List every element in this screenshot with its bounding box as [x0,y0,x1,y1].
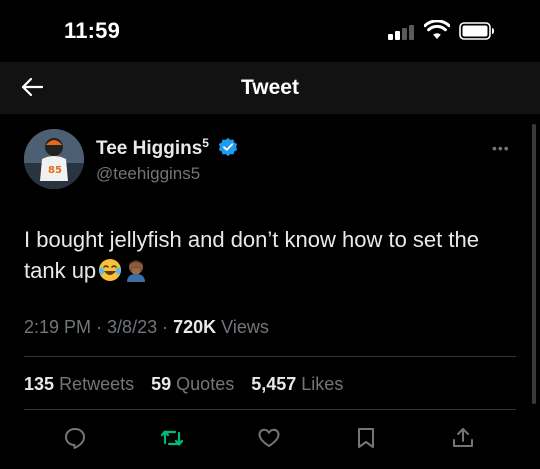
author-display-name[interactable]: Tee Higgins5 [96,136,209,160]
battery-icon [459,22,494,40]
tweet-meta: 2:19 PM · 3/8/23 · 720K Views [24,317,269,337]
views-count: 720K [173,317,217,337]
divider [24,356,516,357]
tweet-date: 3/8/23 [107,317,158,337]
likes-stat[interactable]: 5,457 Likes [251,374,343,394]
retweets-stat[interactable]: 135 Retweets [24,374,134,394]
tweet-time: 2:19 PM [24,317,92,337]
like-icon[interactable] [257,426,281,450]
wifi-icon [424,20,450,39]
tweet-text: I bought jellyfish and don’t know how to… [24,227,479,283]
bookmark-icon[interactable] [354,426,378,450]
cellular-signal-icon [388,24,418,40]
avatar[interactable]: 85 [24,129,84,189]
views-label: Views [221,317,269,337]
quotes-stat[interactable]: 59 Quotes [151,374,234,394]
reply-icon[interactable] [63,426,87,450]
status-time: 11:59 [64,18,121,43]
status-bar: 11:59 [0,0,540,62]
svg-text:85: 85 [48,165,62,176]
page-title: Tweet [241,76,299,99]
face-with-tears-of-joy-emoji [99,259,122,281]
name-superscript: 5 [202,136,209,150]
man-facepalming-emoji [127,260,146,282]
scrollbar[interactable] [532,124,536,404]
verified-badge-icon [218,137,238,157]
more-options-icon[interactable]: ••• [492,140,510,156]
share-icon[interactable] [451,426,475,450]
author-handle[interactable]: @teehiggins5 [96,164,200,184]
retweet-icon[interactable] [160,426,184,450]
tweet-stats: 135 Retweets 59 Quotes 5,457 Likes [24,374,355,395]
divider [24,409,516,410]
